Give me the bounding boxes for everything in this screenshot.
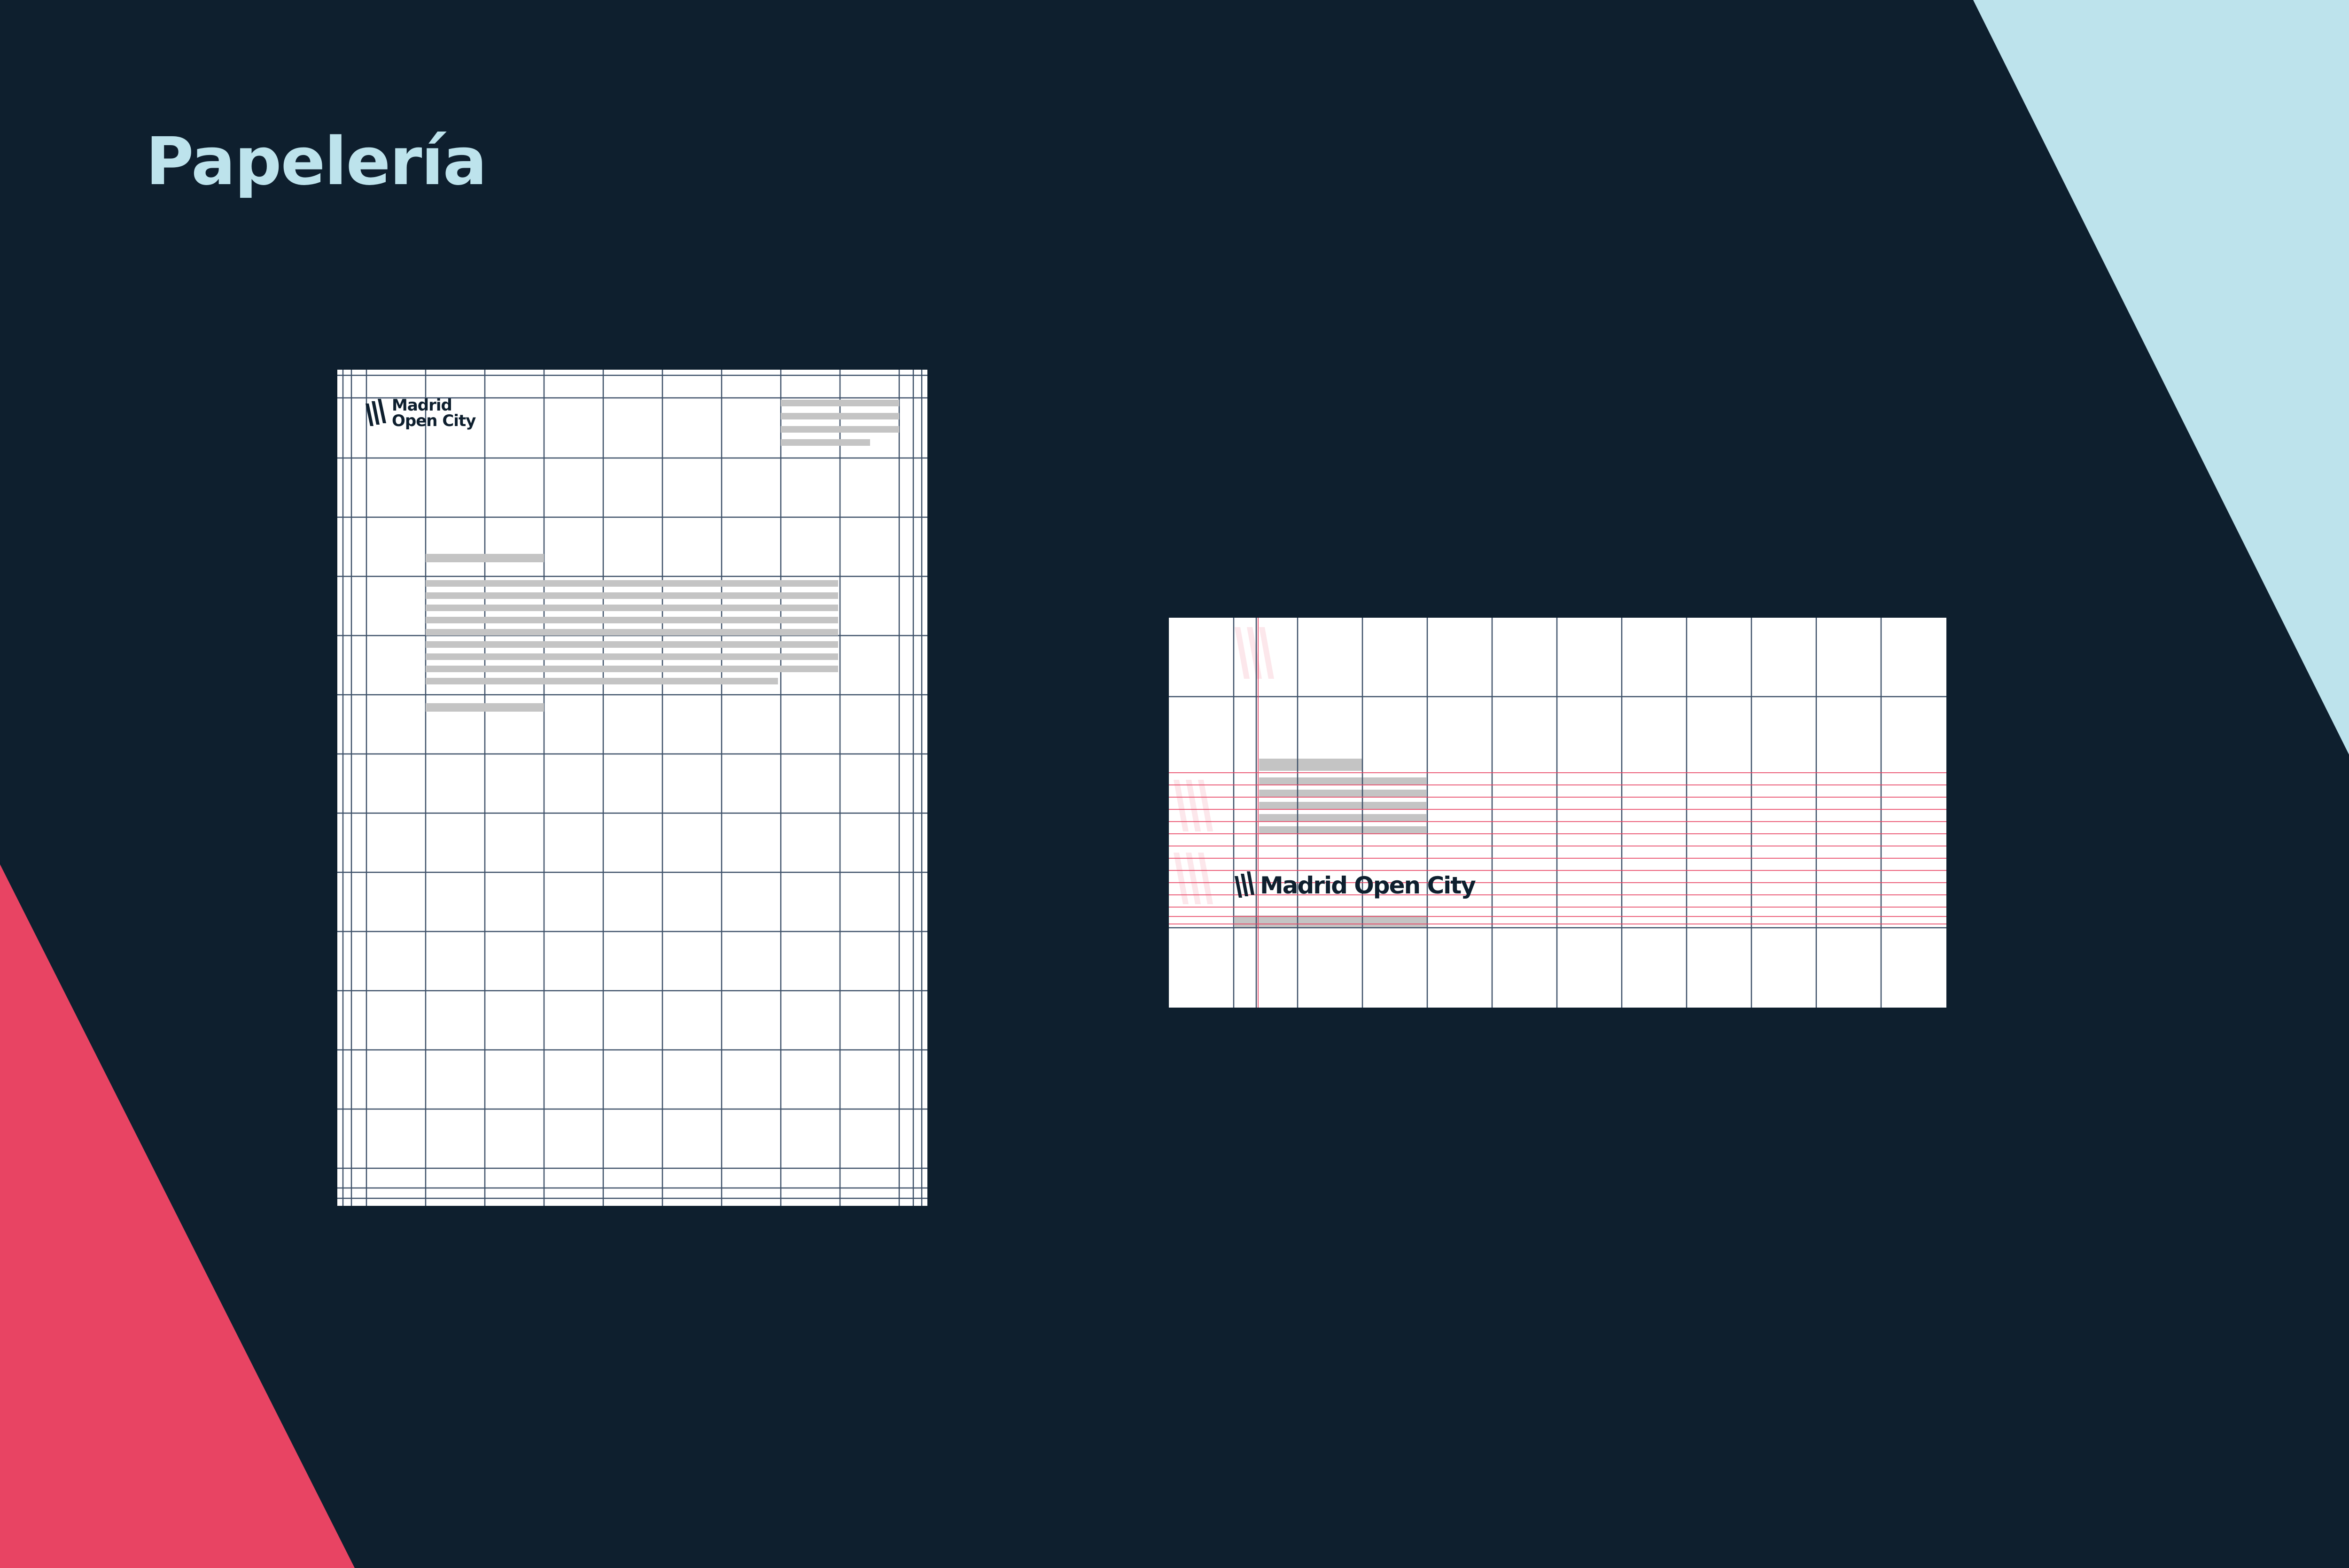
header-text-placeholder xyxy=(781,426,899,433)
watermark-stripe xyxy=(1235,627,1250,679)
letterhead-logo-wordmark: Madrid Open City xyxy=(392,397,476,430)
light-blue-corner-shape xyxy=(1973,0,2349,755)
red-corner-shape xyxy=(0,864,355,1568)
letterhead-logo: Madrid Open City xyxy=(366,397,476,430)
business-card-grid xyxy=(1169,618,1946,1008)
diagonal-stripes-icon xyxy=(366,399,386,426)
body-text-placeholder xyxy=(426,666,838,672)
body-text-placeholder xyxy=(426,580,838,587)
letterhead-mockup: Madrid Open City xyxy=(337,370,927,1206)
card-text-placeholder xyxy=(1259,777,1426,785)
watermark-stripe xyxy=(1186,780,1201,831)
body-text-placeholder xyxy=(426,641,838,648)
letterhead-grid xyxy=(337,370,927,1206)
watermark-stripe xyxy=(1259,627,1274,679)
body-text-placeholder xyxy=(426,605,838,611)
body-signoff-placeholder xyxy=(426,703,544,712)
watermark-stripe xyxy=(1198,780,1213,831)
body-text-placeholder xyxy=(426,678,778,684)
header-text-placeholder xyxy=(781,400,899,406)
header-text-placeholder xyxy=(781,413,899,419)
card-text-placeholder xyxy=(1259,759,1362,771)
body-text-placeholder xyxy=(426,653,838,660)
stationery-slide: Papelería Madrid Open City Madrid Open C… xyxy=(0,0,2349,1568)
diagonal-stripes-icon xyxy=(1235,871,1254,898)
card-text-placeholder xyxy=(1259,814,1426,822)
body-text-placeholder xyxy=(426,617,838,623)
watermark-stripe xyxy=(1198,853,1213,904)
header-text-placeholder xyxy=(781,439,870,446)
watermark-stripe xyxy=(1247,627,1262,679)
body-heading-placeholder xyxy=(426,554,544,562)
page-title: Papelería xyxy=(146,124,487,200)
body-text-placeholder xyxy=(426,592,838,599)
logo-text-line-2: Open City xyxy=(392,411,476,430)
business-card-logo-wordmark: Madrid Open City xyxy=(1260,872,1476,899)
card-text-placeholder xyxy=(1235,916,1427,928)
watermark-stripe xyxy=(1174,853,1189,904)
business-card-logo: Madrid Open City xyxy=(1235,871,1476,900)
card-text-placeholder xyxy=(1259,826,1426,834)
card-text-placeholder xyxy=(1259,790,1426,797)
watermark-stripe xyxy=(1186,853,1201,904)
card-text-placeholder xyxy=(1259,802,1426,809)
watermark-stripe xyxy=(1174,780,1189,831)
body-text-placeholder xyxy=(426,629,838,636)
business-card-mockup: Madrid Open City xyxy=(1169,618,1946,1008)
